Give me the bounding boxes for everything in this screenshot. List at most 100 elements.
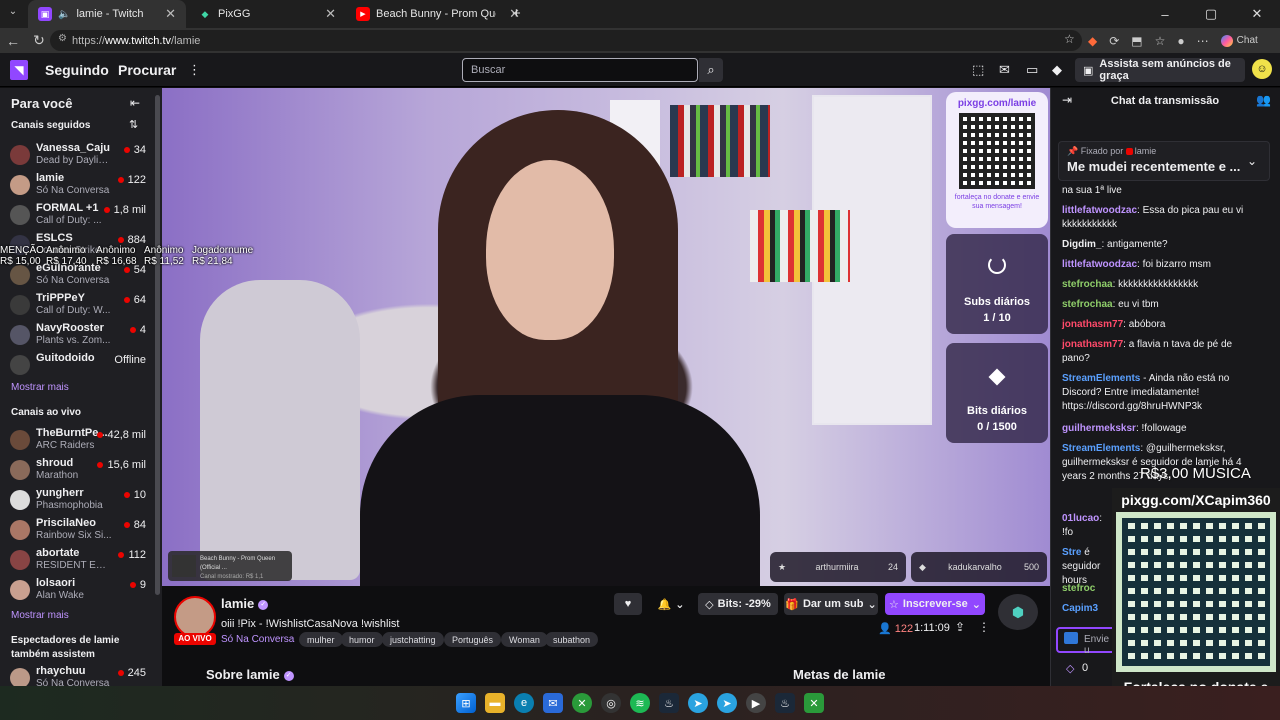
stream-tag[interactable]: mulher	[299, 632, 343, 647]
close-tab-icon[interactable]: ✕	[165, 6, 176, 22]
stream-tag[interactable]: Woman	[501, 632, 548, 647]
chat-username[interactable]: jonathasm77	[1062, 339, 1123, 350]
media-player-icon[interactable]: ▶	[746, 693, 766, 713]
chat-username[interactable]: Digdim_	[1062, 239, 1101, 250]
sidebar-channel[interactable]: Vanessa_Caju Dead by Daylight 34	[0, 140, 162, 170]
chat-username[interactable]: stefroc	[1062, 583, 1095, 594]
sidebar-channel[interactable]: TriPPPeY Call of Duty: W... 64	[0, 290, 162, 320]
tab-list-icon[interactable]: ⌄	[4, 6, 22, 22]
close-tab-icon[interactable]: ✕	[325, 6, 336, 22]
whispers-icon[interactable]: ▭	[1026, 62, 1038, 78]
bits-icon[interactable]: ◆	[1052, 62, 1062, 78]
channel-points-icon[interactable]: ◇	[1066, 662, 1074, 675]
chevron-down-icon[interactable]: ⌄	[1247, 154, 1257, 168]
user-avatar[interactable]: ☺	[1252, 59, 1272, 79]
copilot-chat-button[interactable]: Chat	[1220, 34, 1258, 47]
chat-username[interactable]: Capim3	[1062, 603, 1098, 614]
chat-username[interactable]: Stre	[1062, 547, 1081, 558]
subscribe-button[interactable]: ☆ Inscrever-se ⌄	[885, 593, 985, 615]
stream-tag[interactable]: justchatting	[382, 632, 444, 647]
stream-category[interactable]: Só Na Conversa	[221, 634, 294, 645]
community-icon[interactable]: 👥	[1256, 93, 1271, 107]
sidebar-channel[interactable]: Guitodoido Offline	[0, 350, 162, 380]
site-info-icon[interactable]: ⚙	[58, 33, 67, 44]
search-input[interactable]: Buscar	[462, 58, 698, 82]
notifications-button[interactable]: 🔔 ⌄	[650, 593, 692, 615]
sidebar-channel[interactable]: abortate RESIDENT EVIL... 112	[0, 545, 162, 575]
chat-username[interactable]: guilhermeksksr	[1062, 423, 1136, 434]
inbox-icon[interactable]: ✉	[999, 62, 1010, 78]
steam-icon[interactable]: ♨	[659, 693, 679, 713]
search-button[interactable]: ⌕	[699, 58, 723, 82]
steam-icon[interactable]: ♨	[775, 693, 795, 713]
minimize-icon[interactable]: –	[1142, 7, 1188, 22]
maximize-icon[interactable]: ▢	[1188, 6, 1234, 22]
tab-pixgg[interactable]: ◆ PixGG ✕	[188, 0, 346, 28]
chat-username[interactable]: littlefatwoodzac	[1062, 205, 1137, 216]
sidebar-channel[interactable]: PriscilaNeo Rainbow Six Si... 84	[0, 515, 162, 545]
stream-tag[interactable]: humor	[341, 632, 383, 647]
spotify-icon[interactable]: ≋	[630, 693, 650, 713]
bits-button[interactable]: ◇ Bits: -29%	[698, 593, 778, 615]
new-tab-icon[interactable]: +	[512, 5, 521, 22]
sidebar-channel[interactable]: TheBurntPe... ARC Raiders 42,8 mil	[0, 425, 162, 455]
channel-name: abortate	[36, 547, 80, 559]
obs-icon[interactable]: ◎	[601, 693, 621, 713]
more-options-icon[interactable]: ⋮	[188, 62, 201, 78]
favorites-icon[interactable]: ☆	[1155, 34, 1166, 48]
chat-username[interactable]: stefrochaa	[1062, 279, 1113, 290]
xbox-icon[interactable]: ✕	[572, 693, 592, 713]
sidebar-channel[interactable]: NavyRooster Plants vs. Zom... 4	[0, 320, 162, 350]
extension-icon[interactable]: ◆	[1088, 34, 1097, 48]
tab-youtube[interactable]: ▶ Beach Bunny - Prom Queen (Offic ✕	[346, 0, 530, 28]
drops-icon[interactable]: ⬚	[972, 62, 984, 78]
start-icon[interactable]: ⊞	[456, 693, 476, 713]
chat-username[interactable]: StreamElements	[1062, 373, 1140, 384]
adfree-button[interactable]: ▣ Assista sem anúncios de graça	[1075, 58, 1245, 82]
stream-tag[interactable]: subathon	[545, 632, 599, 647]
chat-username[interactable]: stefrochaa	[1062, 299, 1113, 310]
sidebar-channel[interactable]: yungherr Phasmophobia 10	[0, 485, 162, 515]
streamer-avatar[interactable]	[174, 596, 216, 638]
stream-tag[interactable]: Português	[444, 632, 502, 647]
show-more-link-2[interactable]: Mostrar mais	[11, 610, 69, 621]
sidebar-channel[interactable]: lolsaori Alan Wake 9	[0, 575, 162, 605]
file-explorer-icon[interactable]: ▬	[485, 693, 505, 713]
bookmark-star-icon[interactable]: ☆	[1064, 32, 1075, 46]
chat-username[interactable]: jonathasm77	[1062, 319, 1123, 330]
url-bar[interactable]: https://www.twitch.tv/lamie	[50, 30, 1082, 51]
tab-twitch[interactable]: ▣ 🔈 lamie - Twitch ✕	[28, 0, 186, 28]
menu-icon[interactable]: ⋯	[1197, 34, 1209, 48]
close-window-icon[interactable]: ✕	[1234, 6, 1280, 22]
sort-icon[interactable]: ⇅	[129, 118, 138, 131]
app-icon[interactable]: ✉	[543, 693, 563, 713]
pinned-message[interactable]: 📌 Fixado por lamie Me mudei recentemente…	[1058, 141, 1270, 181]
telegram-icon[interactable]: ➤	[688, 693, 708, 713]
chat-username[interactable]: StreamElements	[1062, 443, 1140, 454]
chat-username[interactable]: 01lucao	[1062, 513, 1099, 524]
extension-icon[interactable]: ⬒	[1131, 34, 1142, 48]
streamer-name[interactable]: lamie ✓	[221, 596, 269, 611]
sidebar-channel[interactable]: FORMAL +1 Call of Duty: ... 1,8 mil	[0, 200, 162, 230]
video-qr-subtitle: fortaleça no donate e envie sua mensagem…	[954, 194, 1040, 210]
hype-icon[interactable]: ⬢	[998, 594, 1038, 630]
chat-username[interactable]: littlefatwoodzac	[1062, 259, 1137, 270]
telegram-icon[interactable]: ➤	[717, 693, 737, 713]
extension-icon[interactable]: ⟳	[1109, 34, 1119, 48]
edge-icon[interactable]: e	[514, 693, 534, 713]
nav-following[interactable]: Seguindo	[45, 62, 109, 78]
twitch-logo-icon[interactable]: ◥	[10, 60, 28, 80]
sidebar-channel[interactable]: lamie Só Na Conversa 122	[0, 170, 162, 200]
sidebar-channel[interactable]: shroud Marathon 15,6 mil	[0, 455, 162, 485]
show-more-link[interactable]: Mostrar mais	[11, 382, 69, 393]
follow-heart-button[interactable]: ♥	[614, 593, 642, 615]
share-icon[interactable]: ⇪	[955, 620, 965, 634]
profile-icon[interactable]: ●	[1177, 34, 1184, 48]
sidebar-scrollbar[interactable]	[155, 95, 160, 595]
collapse-sidebar-icon[interactable]: ⇤	[130, 96, 140, 110]
gift-sub-button[interactable]: 🎁 Dar um sub ⌄	[784, 593, 878, 615]
chat-identity-icon[interactable]	[1064, 632, 1078, 644]
xbox-app-icon[interactable]: ✕	[804, 693, 824, 713]
nav-browse[interactable]: Procurar	[118, 62, 176, 78]
more-options-icon[interactable]: ⋮	[978, 620, 990, 634]
